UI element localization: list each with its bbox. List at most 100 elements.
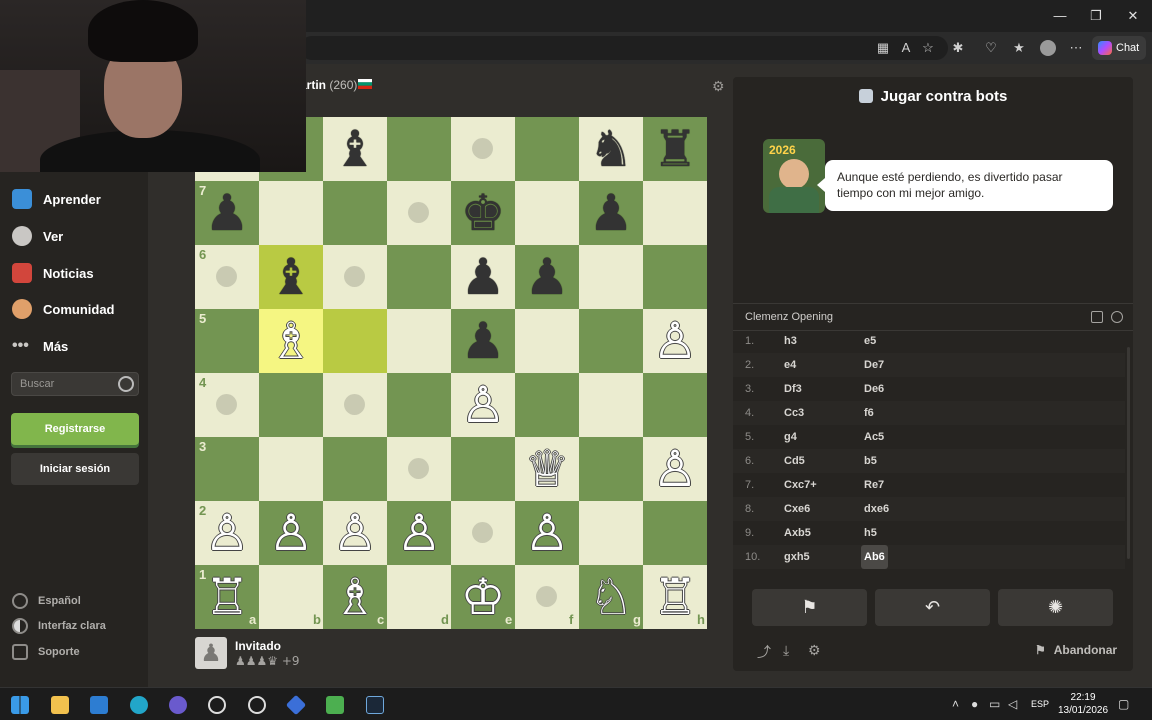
resign-flag-button[interactable]: ⚑ [752, 589, 867, 626]
sidebar-item-aprender[interactable]: Aprender [12, 186, 142, 212]
square-b3[interactable] [259, 437, 323, 501]
white-move[interactable]: Df3 [784, 377, 802, 401]
board-settings-gear-icon[interactable]: ⚙ [712, 78, 725, 95]
piece-e4[interactable]: ♙ [451, 373, 515, 437]
black-move[interactable]: f6 [864, 401, 874, 425]
white-move[interactable]: Cd5 [784, 449, 805, 473]
minimize-icon[interactable]: — [1046, 6, 1074, 26]
square-d6[interactable] [387, 245, 451, 309]
file-explorer-icon[interactable] [51, 696, 69, 714]
share-icon[interactable]: ⤴ [757, 642, 771, 662]
white-move[interactable]: Cc3 [784, 401, 804, 425]
square-f5[interactable] [515, 309, 579, 373]
piece-b6[interactable]: ♝ [259, 245, 323, 309]
square-g6[interactable] [579, 245, 643, 309]
square-f7[interactable] [515, 181, 579, 245]
piece-c2[interactable]: ♙ [323, 501, 387, 565]
square-g4[interactable] [579, 373, 643, 437]
legal-move-dot[interactable] [344, 266, 365, 287]
minecraft-icon[interactable] [326, 696, 344, 714]
address-bar[interactable] [300, 36, 948, 60]
more-menu-icon[interactable]: ⋯ [1068, 40, 1084, 56]
profile-avatar[interactable] [1040, 40, 1056, 56]
legal-move-dot[interactable] [408, 458, 429, 479]
register-button[interactable]: Registrarse [11, 413, 139, 445]
microphone-icon[interactable]: ● [971, 697, 978, 711]
piece-f6[interactable]: ♟ [515, 245, 579, 309]
square-b4[interactable] [259, 373, 323, 437]
piece-d2[interactable]: ♙ [387, 501, 451, 565]
piece-f3[interactable]: ♕ [515, 437, 579, 501]
white-move[interactable]: h3 [784, 329, 797, 353]
white-move[interactable]: Cxc7+ [784, 473, 817, 497]
tray-chevron-icon[interactable]: ˄ [952, 697, 959, 711]
black-move[interactable]: dxe6 [864, 497, 889, 521]
black-move[interactable]: h5 [864, 521, 877, 545]
legal-move-dot[interactable] [344, 394, 365, 415]
legal-move-dot[interactable] [472, 522, 493, 543]
search-input[interactable]: Buscar [11, 372, 139, 396]
piece-h5[interactable]: ♙ [643, 309, 707, 373]
mail-app-icon[interactable] [90, 696, 108, 714]
white-move[interactable]: gxh5 [784, 545, 810, 569]
network-icon[interactable]: ▭ [989, 697, 1000, 711]
black-move[interactable]: Ac5 [864, 425, 884, 449]
black-move[interactable]: b5 [864, 449, 877, 473]
piece-e6[interactable]: ♟ [451, 245, 515, 309]
hint-lightbulb-button[interactable]: ✺ [998, 589, 1113, 626]
piece-h8[interactable]: ♜ [643, 117, 707, 181]
piece-e7[interactable]: ♚ [451, 181, 515, 245]
windows-start-icon[interactable] [11, 696, 29, 714]
login-button[interactable]: Iniciar sesión [11, 453, 139, 485]
square-h4[interactable] [643, 373, 707, 437]
extensions-icon[interactable]: ✱ [950, 40, 966, 56]
legal-move-dot[interactable] [408, 202, 429, 223]
footer-language[interactable]: Español [12, 592, 81, 610]
sidebar-item-comunidad[interactable]: Comunidad [12, 296, 142, 322]
favorites-icon[interactable]: ★ [1011, 40, 1027, 56]
download-icon[interactable]: ⤓ [783, 642, 789, 659]
browser-essentials-icon[interactable]: ♡ [983, 40, 999, 56]
white-move[interactable]: Axb5 [784, 521, 811, 545]
square-g2[interactable] [579, 501, 643, 565]
close-icon[interactable]: ✕ [1119, 6, 1147, 26]
square-g5[interactable] [579, 309, 643, 373]
undo-button[interactable]: ↶ [875, 589, 990, 626]
square-f4[interactable] [515, 373, 579, 437]
square-h7[interactable] [643, 181, 707, 245]
square-d8[interactable] [387, 117, 451, 181]
discord-icon[interactable] [169, 696, 187, 714]
black-move[interactable]: Re7 [864, 473, 884, 497]
square-h2[interactable] [643, 501, 707, 565]
sidebar-item-ver[interactable]: Ver [12, 223, 142, 249]
favorite-star-icon[interactable]: ☆ [920, 40, 936, 56]
read-aloud-icon[interactable]: A [898, 40, 914, 56]
steam-icon[interactable] [366, 696, 384, 714]
piece-b2[interactable]: ♙ [259, 501, 323, 565]
black-move[interactable]: De7 [864, 353, 884, 377]
chatgpt-icon[interactable] [208, 696, 226, 714]
piece-g7[interactable]: ♟ [579, 181, 643, 245]
notifications-icon[interactable]: ▢ [1118, 697, 1129, 711]
volume-icon[interactable]: ◁ [1008, 697, 1017, 711]
sidebar-item-mas[interactable]: ••• Más [12, 333, 142, 359]
square-b7[interactable] [259, 181, 323, 245]
move-list-scrollbar[interactable] [1127, 347, 1130, 559]
book-icon[interactable] [1091, 311, 1103, 323]
clock[interactable]: 22:19 13/01/2026 [1058, 691, 1108, 717]
square-f8[interactable] [515, 117, 579, 181]
settings-gear-icon[interactable]: ⚙ [808, 642, 821, 659]
app-diamond-icon[interactable] [285, 694, 307, 716]
chess-board[interactable]: ♝ ♞ ♜ ♟ ♚ ♟ ♝ ♟ ♟ ♗ ♟ ♙ ♙ ♕ ♙ ♙ ♙ ♙ ♙ ♙ ♖ ♗ ♔ ♘ ♖ 1 2 3 4 5 6 7 a b c d e f g h [195, 117, 707, 629]
white-move[interactable]: e4 [784, 353, 796, 377]
search-icon[interactable] [118, 376, 134, 392]
piece-f2[interactable]: ♙ [515, 501, 579, 565]
obs-icon[interactable] [248, 696, 266, 714]
app-available-icon[interactable]: ▦ [875, 40, 891, 56]
explore-compass-icon[interactable] [1111, 311, 1123, 323]
piece-e5[interactable]: ♟ [451, 309, 515, 373]
white-move[interactable]: Cxe6 [784, 497, 810, 521]
restore-icon[interactable]: ❐ [1082, 6, 1110, 26]
square-h6[interactable] [643, 245, 707, 309]
edge-browser-icon[interactable] [130, 696, 148, 714]
